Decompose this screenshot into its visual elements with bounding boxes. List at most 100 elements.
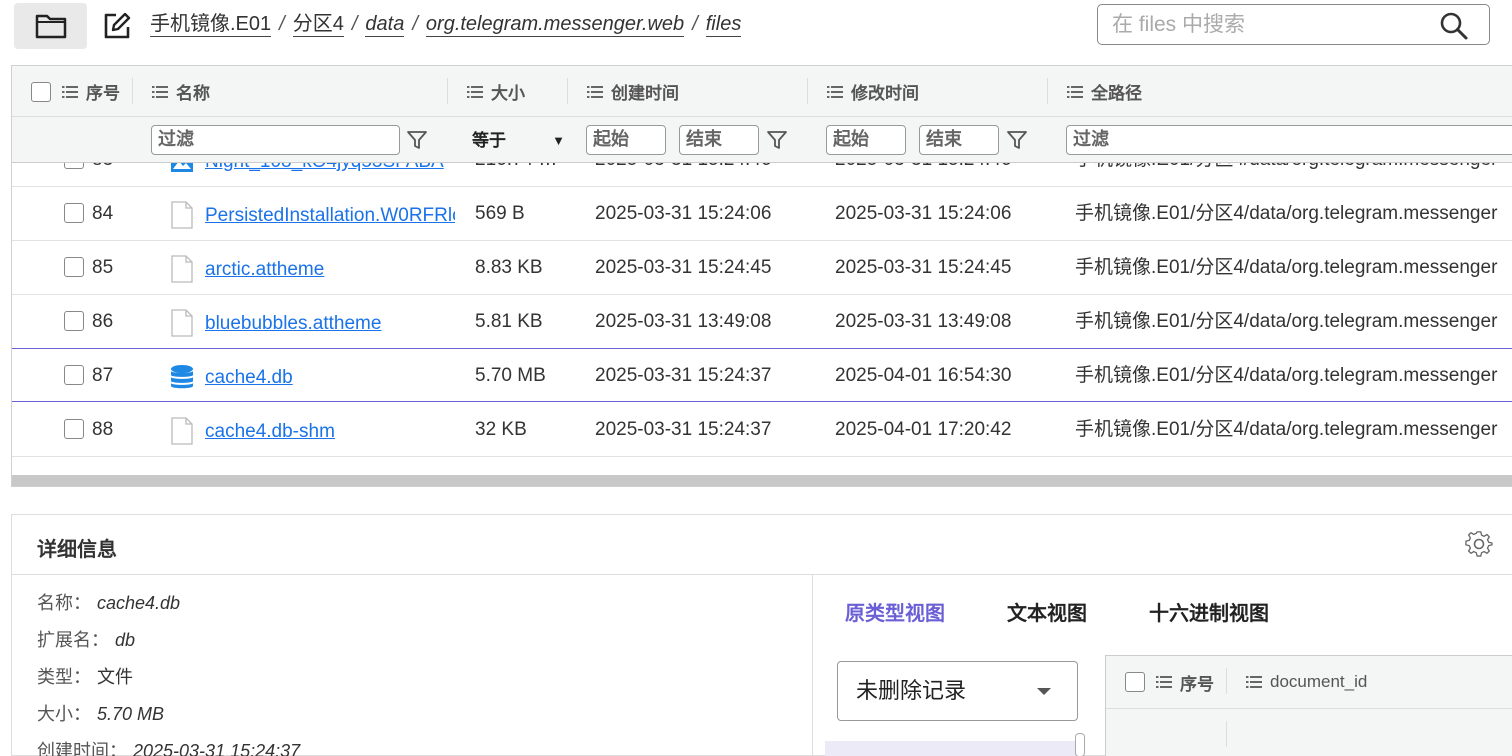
file-name-link[interactable]: PersistedInstallation.W0RFRlc= xyxy=(205,187,455,241)
column-divider[interactable] xyxy=(132,78,133,104)
gear-icon[interactable] xyxy=(1465,530,1493,558)
row-path: 手机镜像.E01/分区4/data/org.telegram.messenger xyxy=(1075,311,1498,332)
breadcrumb-item-partition[interactable]: 分区4 xyxy=(292,12,344,37)
row-created: 2025-03-31 15:24:37 xyxy=(595,365,772,386)
column-header-index[interactable]: 序号 xyxy=(62,66,120,117)
vertical-scrollbar[interactable] xyxy=(1075,733,1085,756)
property-label: 名称： xyxy=(37,593,91,613)
select-all-checkbox[interactable] xyxy=(1125,672,1145,692)
property-type: 类型： 文件 xyxy=(37,663,797,700)
list-icon xyxy=(467,85,483,98)
column-label: 序号 xyxy=(86,84,120,103)
row-size: 8.83 KB xyxy=(475,257,543,278)
row-index: 88 xyxy=(92,419,114,440)
column-label: document_id xyxy=(1270,672,1368,691)
subtable-filter-row xyxy=(1106,708,1512,756)
breadcrumb-item-files[interactable]: files xyxy=(705,12,742,37)
column-divider[interactable] xyxy=(447,78,448,104)
record-table: 序号 document_id xyxy=(1105,655,1512,756)
file-name-link[interactable]: cache4.db xyxy=(205,349,455,403)
table-row[interactable]: 84 PersistedInstallation.W0RFRlc= 569 B … xyxy=(12,187,1512,241)
table-row[interactable]: 85 arctic.attheme 8.83 KB 2025-03-31 15:… xyxy=(12,241,1512,295)
search-input[interactable] xyxy=(1112,13,1422,37)
file-name-link[interactable]: bluebubbles.attheme xyxy=(205,295,455,349)
column-header-size[interactable]: 大小 xyxy=(467,66,525,117)
file-name-link[interactable]: cache4.db-shm xyxy=(205,403,455,457)
row-path: 手机镜像.E01/分区4/data/org.telegram.messenger xyxy=(1075,163,1512,187)
funnel-icon[interactable] xyxy=(1006,129,1028,151)
table-row-selected[interactable]: 87 cache4.db 5.70 MB 2025-03-31 15:24:37… xyxy=(12,348,1512,402)
column-label: 修改时间 xyxy=(851,84,919,103)
subtable-header-document-id[interactable]: document_id xyxy=(1246,656,1367,708)
breadcrumb-item-image[interactable]: 手机镜像.E01 xyxy=(150,12,272,37)
modified-start-input[interactable]: 起始 xyxy=(826,125,906,155)
details-panel: 详细信息 名称： cache4.db 扩展名： db 类型： 文件 大小： 5.70 M… xyxy=(11,514,1512,756)
created-start-input[interactable]: 起始 xyxy=(586,125,666,155)
toolbar: 手机镜像.E01 / 分区4 / data / org.telegram.mes… xyxy=(0,0,1512,56)
row-checkbox[interactable] xyxy=(64,163,84,169)
file-table: 序号 名称 大小 创建时间 修改时间 全路径 过滤 等于 ▼ 起始 结束 起始 … xyxy=(11,65,1512,487)
table-list-item[interactable] xyxy=(825,741,1083,756)
size-operator-label: 等于 xyxy=(472,131,506,150)
column-header-created[interactable]: 创建时间 xyxy=(587,66,679,117)
edit-icon[interactable] xyxy=(102,11,132,41)
subtable-header-index[interactable]: 序号 xyxy=(1156,656,1214,708)
record-filter-select[interactable]: 未删除记录 xyxy=(837,661,1078,721)
image-icon xyxy=(171,163,193,172)
table-row-partial[interactable]: 83 Night_108_kO4jyq53SFABA 216.74 … 2025… xyxy=(12,163,1512,187)
property-extension: 扩展名： db xyxy=(37,626,797,663)
row-checkbox[interactable] xyxy=(64,311,84,331)
row-path: 手机镜像.E01/分区4/data/org.telegram.messenger xyxy=(1075,203,1498,224)
subtable-select-all xyxy=(1125,656,1145,708)
row-checkbox[interactable] xyxy=(64,257,84,277)
column-header-path[interactable]: 全路径 xyxy=(1067,66,1142,117)
row-checkbox[interactable] xyxy=(64,365,84,385)
funnel-icon[interactable] xyxy=(766,129,788,151)
list-icon xyxy=(1156,676,1172,688)
column-label: 序号 xyxy=(1180,674,1214,694)
property-value: 文件 xyxy=(97,667,133,687)
file-icon xyxy=(171,309,193,337)
column-label: 大小 xyxy=(491,84,525,103)
modified-end-input[interactable]: 结束 xyxy=(919,125,999,155)
row-size: 5.81 KB xyxy=(475,311,543,332)
breadcrumb-separator: / xyxy=(279,13,285,35)
property-name: 名称： cache4.db xyxy=(37,589,797,626)
row-index: 86 xyxy=(92,311,114,332)
tab-text-view[interactable]: 文本视图 xyxy=(1007,597,1087,626)
tab-hex-view[interactable]: 十六进制视图 xyxy=(1149,597,1269,626)
column-label: 全路径 xyxy=(1091,84,1142,103)
property-created: 创建时间： 2025-03-31 15:24:37 xyxy=(37,737,797,756)
list-icon xyxy=(1246,676,1262,688)
column-divider[interactable] xyxy=(567,78,568,104)
column-divider[interactable] xyxy=(1226,668,1227,694)
table-row[interactable]: 88 cache4.db-shm 32 KB 2025-03-31 15:24:… xyxy=(12,403,1512,457)
property-label: 扩展名： xyxy=(37,630,109,650)
search-icon[interactable] xyxy=(1438,10,1470,42)
select-all-checkbox[interactable] xyxy=(31,81,51,102)
column-divider[interactable] xyxy=(1047,78,1048,104)
table-row[interactable]: 86 bluebubbles.attheme 5.81 KB 2025-03-3… xyxy=(12,295,1512,349)
breadcrumb-item-data[interactable]: data xyxy=(365,12,405,37)
column-divider[interactable] xyxy=(807,78,808,104)
created-end-input[interactable]: 结束 xyxy=(679,125,759,155)
breadcrumb-item-package[interactable]: org.telegram.messenger.web xyxy=(425,12,685,37)
row-checkbox[interactable] xyxy=(64,203,84,223)
funnel-icon[interactable] xyxy=(406,129,428,151)
path-filter-input[interactable]: 过滤 xyxy=(1066,125,1512,155)
row-created: 2025-03-31 15:24:46 xyxy=(595,163,825,187)
size-operator-select[interactable]: 等于 ▼ xyxy=(472,127,567,155)
panel-divider xyxy=(812,575,813,756)
row-checkbox[interactable] xyxy=(64,419,84,439)
horizontal-scrollbar[interactable] xyxy=(12,475,1512,486)
open-folder-button[interactable] xyxy=(14,3,87,49)
file-name-link[interactable]: Night_108_kO4jyq53SFABA xyxy=(205,163,455,187)
column-header-name[interactable]: 名称 xyxy=(152,66,210,117)
tab-native-view[interactable]: 原类型视图 xyxy=(845,597,945,626)
column-divider xyxy=(1226,721,1227,747)
row-modified: 2025-03-31 15:24:46 xyxy=(835,163,1065,187)
file-name-link[interactable]: arctic.attheme xyxy=(205,241,455,295)
name-filter-input[interactable]: 过滤 xyxy=(151,125,400,155)
file-icon xyxy=(171,201,193,229)
column-header-modified[interactable]: 修改时间 xyxy=(827,66,919,117)
